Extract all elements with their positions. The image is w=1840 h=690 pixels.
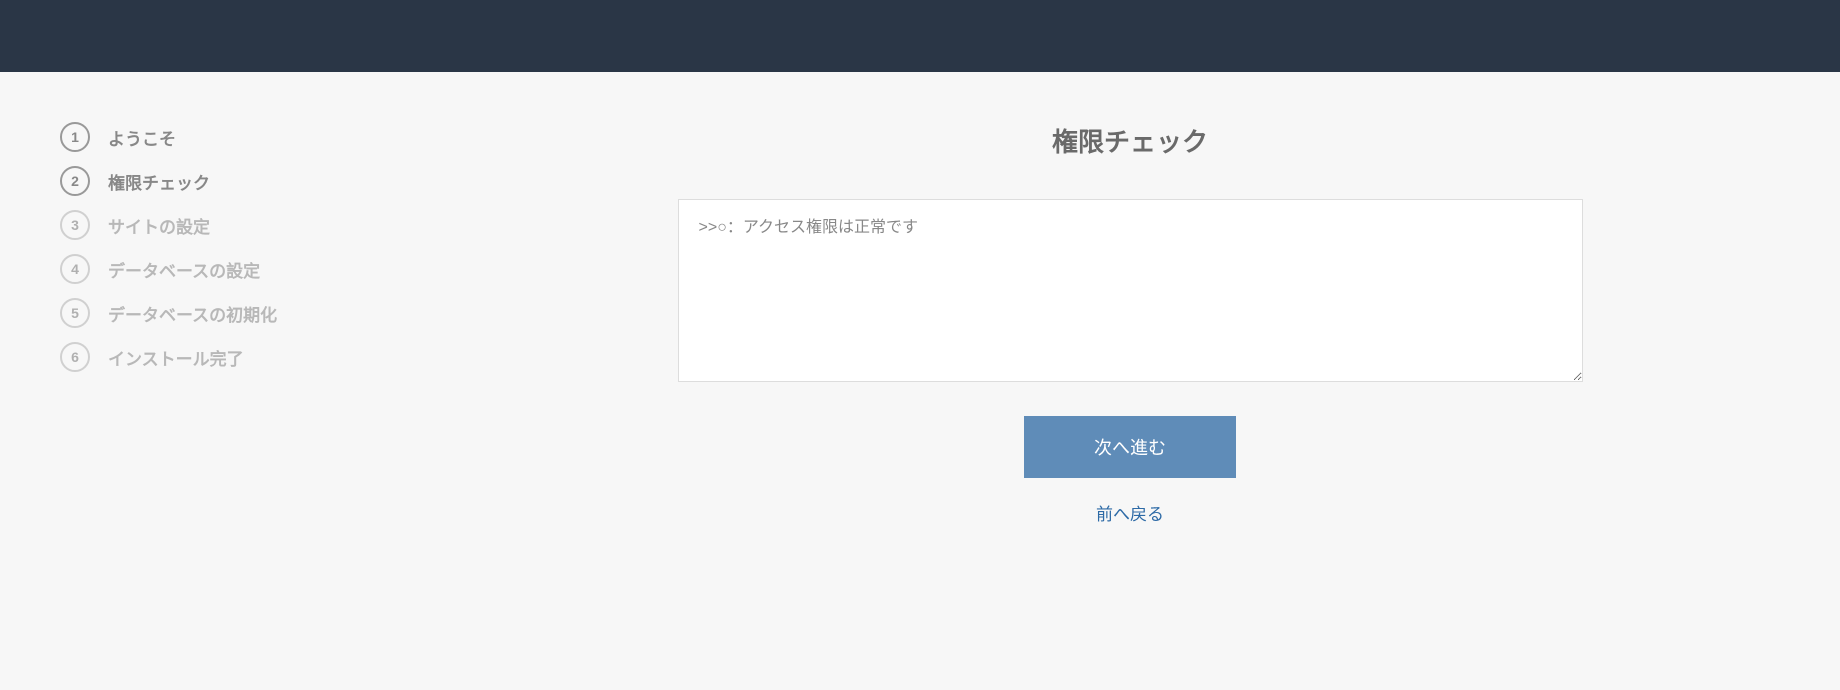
step-label: データベースの初期化 — [108, 301, 277, 326]
step-number-badge: 4 — [60, 254, 90, 284]
step-number-badge: 1 — [60, 122, 90, 152]
step-number-badge: 6 — [60, 342, 90, 372]
step-item-6: 6 インストール完了 — [60, 342, 440, 372]
step-number-badge: 5 — [60, 298, 90, 328]
next-button[interactable]: 次へ進む — [1024, 416, 1236, 478]
step-label: ようこそ — [108, 125, 176, 150]
step-list: 1 ようこそ 2 権限チェック 3 サイトの設定 4 データベースの設定 5 デ… — [60, 122, 440, 372]
step-label: データベースの設定 — [108, 257, 260, 282]
main-container: 1 ようこそ 2 権限チェック 3 サイトの設定 4 データベースの設定 5 デ… — [0, 72, 1840, 575]
step-label: 権限チェック — [108, 169, 210, 194]
step-label: サイトの設定 — [108, 213, 210, 238]
page-title: 権限チェック — [1052, 122, 1208, 159]
permission-check-output[interactable] — [678, 199, 1583, 382]
step-number-badge: 2 — [60, 166, 90, 196]
step-item-4: 4 データベースの設定 — [60, 254, 440, 284]
step-item-3: 3 サイトの設定 — [60, 210, 440, 240]
step-item-1: 1 ようこそ — [60, 122, 440, 152]
step-item-2: 2 権限チェック — [60, 166, 440, 196]
step-number-badge: 3 — [60, 210, 90, 240]
step-sidebar: 1 ようこそ 2 権限チェック 3 サイトの設定 4 データベースの設定 5 デ… — [60, 122, 440, 525]
back-link[interactable]: 前へ戻る — [1096, 500, 1164, 525]
app-header — [0, 0, 1840, 72]
main-content: 権限チェック 次へ進む 前へ戻る — [480, 122, 1780, 525]
step-label: インストール完了 — [108, 345, 244, 370]
step-item-5: 5 データベースの初期化 — [60, 298, 440, 328]
button-group: 次へ進む 前へ戻る — [1024, 416, 1236, 525]
